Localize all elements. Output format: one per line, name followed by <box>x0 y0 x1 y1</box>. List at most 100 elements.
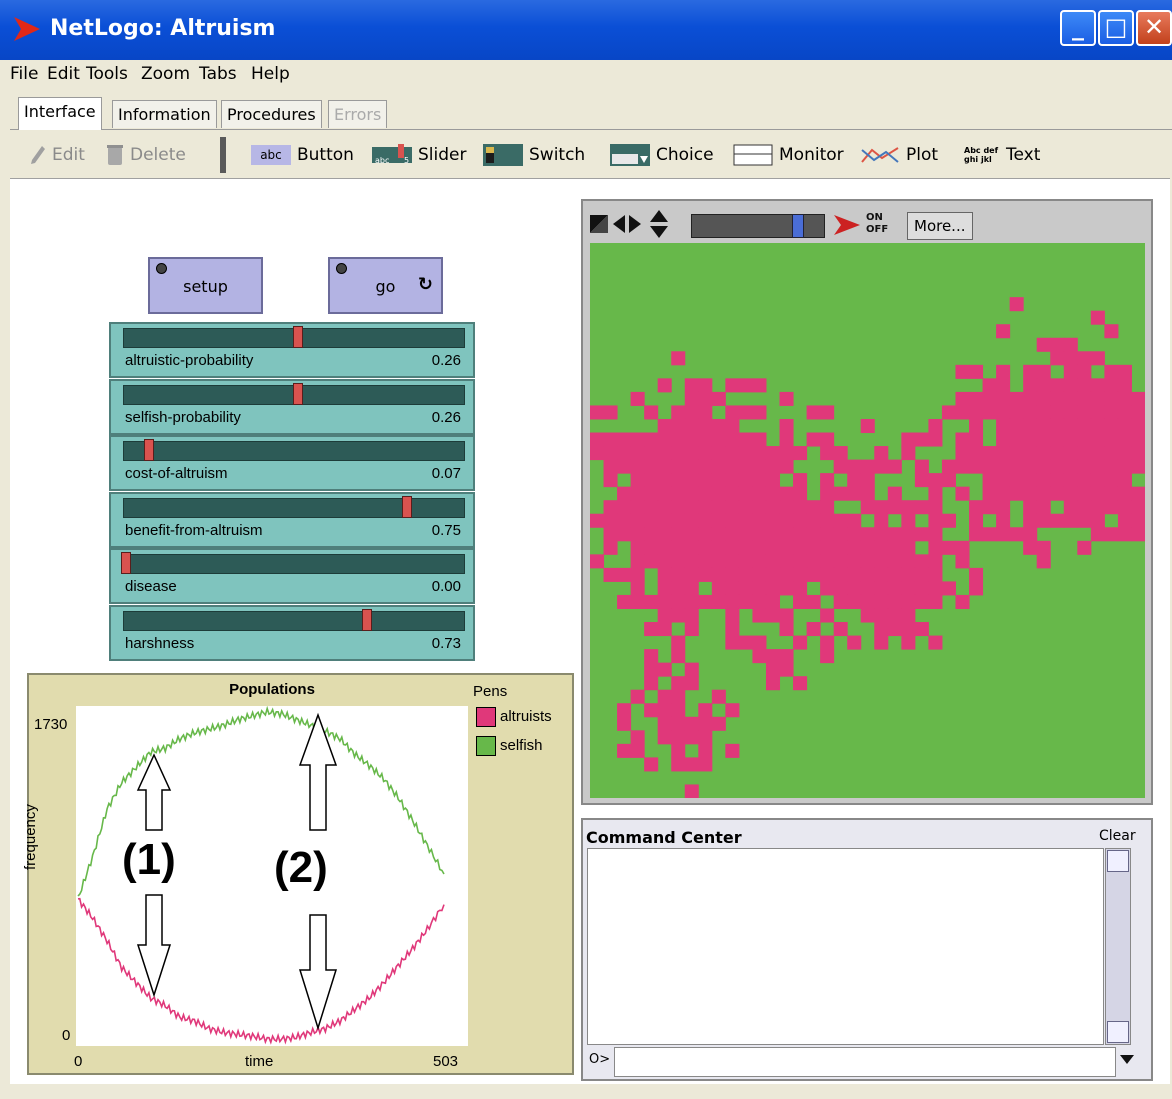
clear-button[interactable]: Clear <box>1099 828 1136 844</box>
chevron-down-icon[interactable] <box>1118 1052 1136 1068</box>
view-updates-switch[interactable]: ON OFF <box>866 212 902 236</box>
speed-slider-knob[interactable] <box>792 214 805 238</box>
patch <box>711 500 726 515</box>
patch <box>1104 432 1119 447</box>
patch <box>806 513 821 528</box>
patch <box>617 594 632 609</box>
patch <box>738 446 753 461</box>
patch <box>644 676 659 691</box>
patch <box>1077 473 1092 488</box>
patch <box>969 418 984 434</box>
patch <box>698 391 713 406</box>
patch <box>644 527 659 542</box>
patch <box>1063 446 1078 461</box>
patch <box>711 567 726 582</box>
patch <box>996 418 1011 434</box>
patch <box>684 486 699 501</box>
patch <box>657 567 672 582</box>
patch <box>1063 378 1078 393</box>
patch <box>657 662 672 677</box>
patch <box>1063 432 1078 447</box>
horizontal-arrows-icon[interactable] <box>613 213 641 235</box>
patch <box>779 459 794 474</box>
command-input[interactable] <box>614 1047 1116 1077</box>
patch <box>725 486 740 501</box>
patch <box>752 594 767 609</box>
patch <box>1063 473 1078 488</box>
speed-slider[interactable] <box>691 214 825 238</box>
patch <box>1117 418 1132 434</box>
patch <box>630 527 645 542</box>
patch <box>1131 418 1145 434</box>
patch <box>603 459 618 474</box>
patch <box>671 689 686 704</box>
patch <box>630 500 645 515</box>
patch <box>590 446 605 461</box>
arrow-down-1 <box>136 894 172 998</box>
patch <box>684 757 699 772</box>
patch <box>644 486 659 501</box>
patch <box>657 554 672 569</box>
patch <box>698 513 713 528</box>
patch <box>1050 391 1065 406</box>
more-button[interactable]: More... <box>907 212 973 240</box>
patch <box>1063 513 1078 528</box>
patch <box>1104 324 1119 339</box>
patch <box>1104 378 1119 393</box>
patch <box>793 581 808 596</box>
patch <box>657 527 672 542</box>
patch <box>617 567 632 582</box>
patch <box>820 473 835 488</box>
patch <box>644 662 659 677</box>
patch <box>617 716 632 731</box>
patch <box>698 703 713 718</box>
patch <box>1104 364 1119 379</box>
patch <box>887 567 902 582</box>
patch <box>752 635 767 650</box>
patch <box>1131 527 1145 542</box>
vertical-arrows-icon[interactable] <box>648 210 670 238</box>
patch <box>941 459 956 474</box>
patch <box>644 405 659 420</box>
patch <box>698 378 713 393</box>
patch <box>860 473 875 488</box>
patch <box>644 459 659 474</box>
patch <box>765 649 781 664</box>
patch <box>901 581 916 596</box>
patch <box>752 554 767 569</box>
patch <box>1050 405 1065 420</box>
patch <box>671 418 686 434</box>
patch <box>711 486 726 501</box>
patch <box>725 527 740 542</box>
patch <box>1131 486 1145 501</box>
patch <box>684 716 699 731</box>
patch <box>630 730 645 745</box>
patch <box>901 513 916 528</box>
patch <box>955 391 970 406</box>
run-arrow-icon <box>834 215 860 235</box>
patch <box>657 418 672 434</box>
patch <box>901 500 916 515</box>
patch <box>1023 405 1038 420</box>
patch <box>657 540 672 555</box>
patch <box>671 405 686 420</box>
patch <box>928 513 943 528</box>
patch <box>738 567 753 582</box>
command-output-scrollbar[interactable] <box>1105 848 1131 1045</box>
patch <box>1077 391 1092 406</box>
patch <box>1023 459 1038 474</box>
patch <box>1050 446 1065 461</box>
patch <box>698 730 713 745</box>
patch <box>738 432 753 447</box>
patch <box>887 486 902 501</box>
scroll-up-icon[interactable] <box>1107 850 1129 872</box>
scroll-down-icon[interactable] <box>1107 1021 1129 1043</box>
patch <box>833 459 848 474</box>
resize-world-icon[interactable] <box>588 213 610 235</box>
patch <box>969 405 984 420</box>
patch <box>793 513 808 528</box>
patch <box>820 432 835 447</box>
patch <box>833 554 848 569</box>
command-prompt: O> <box>589 1052 611 1067</box>
patch <box>617 432 632 447</box>
